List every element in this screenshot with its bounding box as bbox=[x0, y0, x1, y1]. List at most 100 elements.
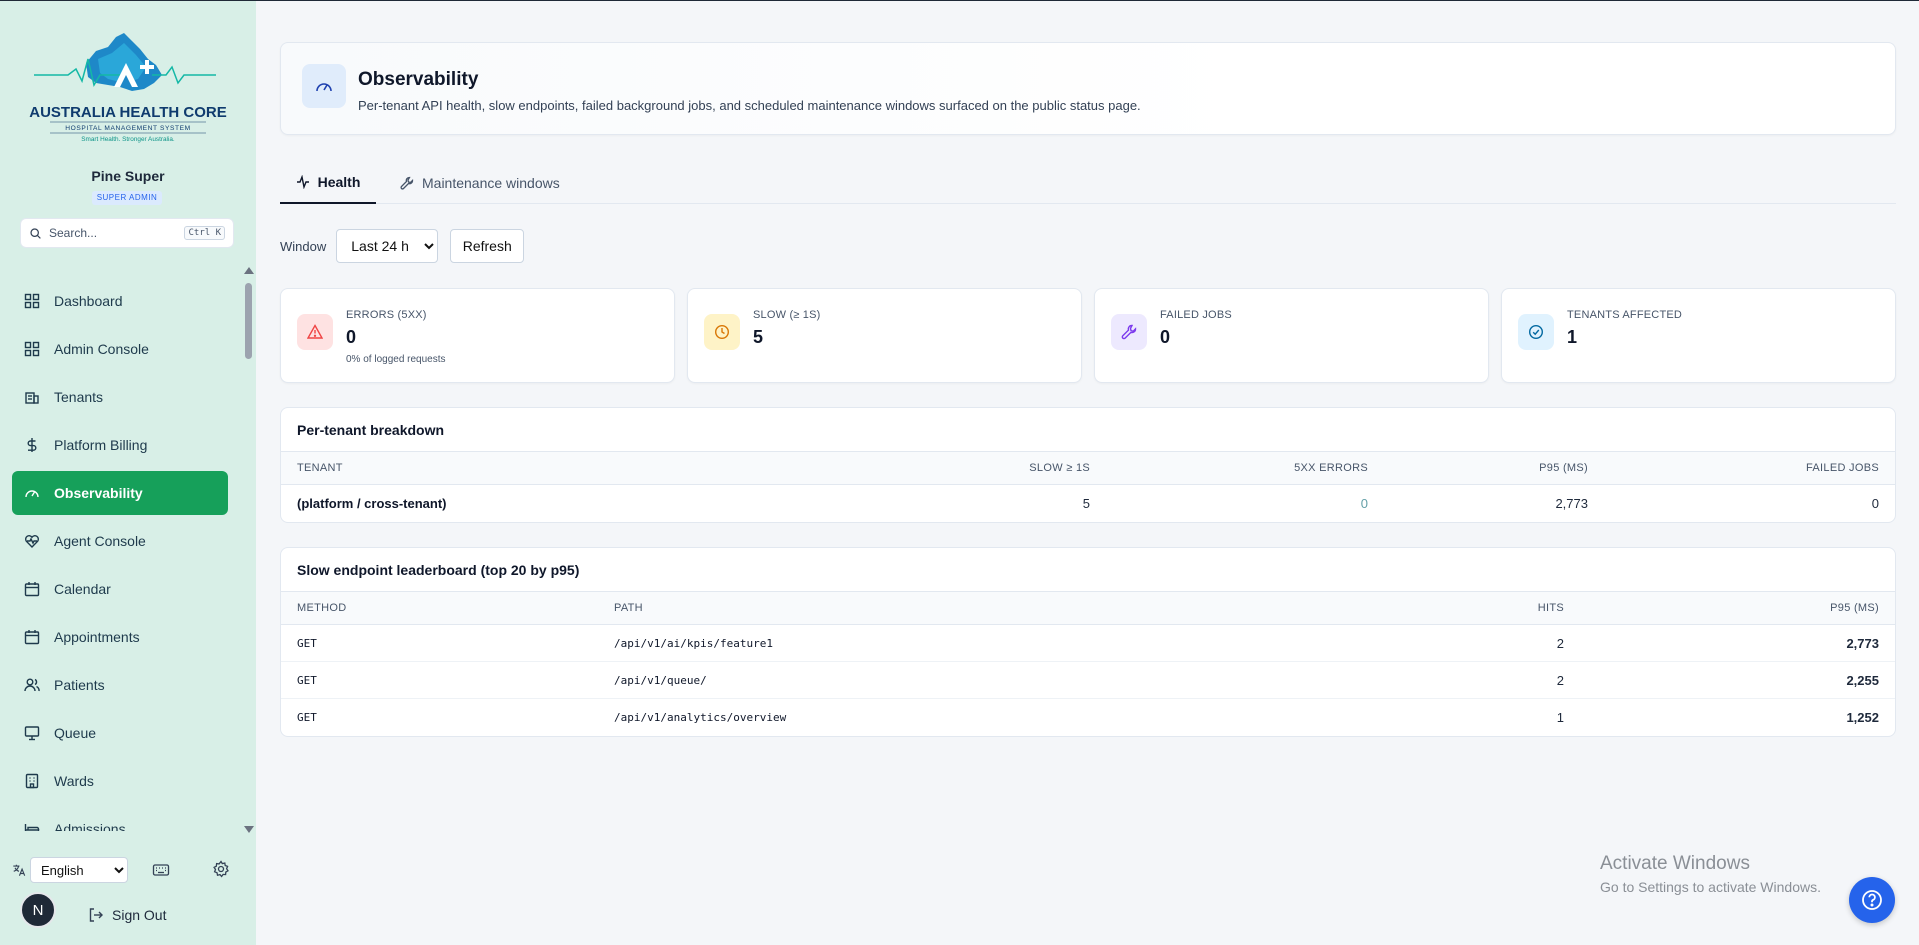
search-placeholder: Search... bbox=[49, 226, 98, 240]
table-row[interactable]: GET /api/v1/analytics/overview 1 1,252 bbox=[281, 699, 1895, 736]
activity-icon bbox=[296, 174, 309, 189]
sidebar-item-platform-billing[interactable]: Platform Billing bbox=[12, 423, 228, 467]
path-cell: /api/v1/ai/kpis/feature1 bbox=[614, 637, 773, 650]
method-cell: GET bbox=[297, 637, 317, 650]
stat-value: 1 bbox=[1567, 327, 1578, 347]
bed-icon bbox=[24, 824, 40, 831]
sidebar-nav: Dashboard Admin Console Tenants Platform… bbox=[12, 279, 228, 831]
table-row[interactable]: (platform / cross-tenant) 0 5 2,773 0 bbox=[281, 485, 1895, 522]
tab-label: Maintenance windows bbox=[422, 174, 560, 191]
column-header: FAILED JOBS bbox=[1806, 462, 1879, 474]
stat-card-errors: ERRORS (5XX) 0 0% of logged requests bbox=[280, 288, 675, 383]
sidebar-item-observability[interactable]: Observability bbox=[12, 471, 228, 515]
brand-name: AUSTRALIA HEALTH CORE bbox=[29, 104, 227, 121]
sidebar-item-label: Appointments bbox=[54, 629, 140, 645]
stat-label: SLOW (≥ 1S) bbox=[753, 309, 821, 321]
sidebar-item-dashboard[interactable]: Dashboard bbox=[12, 279, 228, 323]
stat-value: 0 bbox=[1160, 327, 1171, 347]
gauge-icon bbox=[316, 83, 332, 92]
scroll-thumb[interactable] bbox=[245, 283, 252, 359]
search-input[interactable]: Search... Ctrl K bbox=[20, 218, 234, 248]
window-select[interactable]: Last 24 h bbox=[336, 229, 439, 263]
page-header: Observability Per-tenant API health, slo… bbox=[280, 42, 1896, 135]
language-select[interactable]: English bbox=[30, 857, 128, 883]
help-button[interactable] bbox=[1849, 877, 1895, 923]
watermark-subtitle: Go to Settings to activate Windows. bbox=[1600, 879, 1821, 895]
scroll-down-arrow-icon[interactable] bbox=[244, 826, 254, 833]
p95-cell: 2,255 bbox=[1846, 673, 1879, 688]
sidebar-item-tenants[interactable]: Tenants bbox=[12, 375, 228, 419]
stat-label: FAILED JOBS bbox=[1160, 309, 1232, 321]
column-header: METHOD bbox=[297, 602, 347, 614]
scroll-up-arrow-icon[interactable] bbox=[244, 267, 254, 274]
brand-motto: Smart Health. Stronger Australia. bbox=[81, 136, 175, 143]
stat-icon-tile bbox=[704, 314, 740, 350]
column-header: 5XX ERRORS bbox=[1294, 462, 1368, 474]
calendar-check-icon bbox=[24, 630, 40, 645]
stat-label: TENANTS AFFECTED bbox=[1567, 309, 1683, 321]
stat-value: 0 bbox=[346, 327, 357, 347]
sidebar-item-admin-console[interactable]: Admin Console bbox=[12, 327, 228, 371]
gauge-icon bbox=[25, 490, 39, 498]
stat-icon-tile bbox=[297, 314, 333, 350]
column-header: P95 (MS) bbox=[1539, 462, 1588, 474]
watermark-title: Activate Windows bbox=[1600, 853, 1750, 874]
heart-pulse-icon bbox=[25, 535, 39, 548]
sign-out-icon bbox=[89, 908, 103, 922]
sidebar-item-label: Observability bbox=[54, 485, 143, 501]
errors-cell: 0 bbox=[1360, 496, 1368, 511]
slow-cell: 5 bbox=[1082, 496, 1090, 511]
sidebar-item-label: Platform Billing bbox=[54, 437, 148, 453]
sidebar-item-label: Admissions bbox=[54, 821, 126, 831]
path-cell: /api/v1/queue/ bbox=[614, 674, 707, 687]
column-header: PATH bbox=[614, 602, 643, 614]
table-header-row: METHOD PATH HITS P95 (MS) bbox=[281, 592, 1895, 625]
sidebar-item-patients[interactable]: Patients bbox=[12, 663, 228, 707]
window-label: Window bbox=[280, 238, 327, 254]
sidebar-item-wards[interactable]: Wards bbox=[12, 759, 228, 803]
search-icon bbox=[30, 227, 41, 239]
p95-cell: 2,773 bbox=[1846, 636, 1879, 651]
sidebar-item-queue[interactable]: Queue bbox=[12, 711, 228, 755]
dashboard-icon bbox=[24, 293, 40, 309]
sidebar: AUSTRALIA HEALTH CORE HOSPITAL MANAGEMEN… bbox=[0, 1, 256, 945]
sidebar-item-label: Dashboard bbox=[54, 293, 123, 309]
tab-bar: Health Maintenance windows bbox=[280, 161, 1896, 204]
sign-out-label: Sign Out bbox=[112, 907, 167, 923]
sidebar-item-label: Queue bbox=[54, 725, 97, 741]
column-header: HITS bbox=[1537, 602, 1564, 614]
column-header: SLOW ≥ 1S bbox=[1029, 462, 1090, 474]
page-title: Observability bbox=[358, 69, 479, 90]
stat-icon-tile bbox=[1518, 314, 1554, 350]
tenant-breakdown-table: Per-tenant breakdown TENANT 5XX ERRORS S… bbox=[280, 407, 1896, 523]
p95-cell: 1,252 bbox=[1846, 710, 1879, 725]
keyboard-icon[interactable] bbox=[152, 861, 170, 879]
sign-out-button[interactable]: Sign Out bbox=[88, 907, 166, 923]
sidebar-item-calendar[interactable]: Calendar bbox=[12, 567, 228, 611]
ward-icon bbox=[25, 773, 39, 789]
table-row[interactable]: GET /api/v1/ai/kpis/feature1 2 2,773 bbox=[281, 625, 1895, 662]
table-title: Per-tenant breakdown bbox=[281, 408, 1895, 452]
gear-icon[interactable] bbox=[212, 860, 230, 878]
refresh-button[interactable]: Refresh bbox=[450, 229, 525, 263]
table-row[interactable]: GET /api/v1/queue/ 2 2,255 bbox=[281, 662, 1895, 699]
sidebar-item-label: Agent Console bbox=[54, 533, 146, 549]
tab-health[interactable]: Health bbox=[280, 161, 376, 204]
sidebar-item-label: Admin Console bbox=[54, 341, 149, 357]
activate-windows-watermark: Activate Windows Go to Settings to activ… bbox=[1600, 853, 1821, 895]
table-title: Slow endpoint leaderboard (top 20 by p95… bbox=[281, 548, 1895, 592]
sidebar-item-label: Wards bbox=[54, 773, 94, 789]
sidebar-item-admissions[interactable]: Admissions bbox=[12, 807, 228, 831]
sidebar-item-appointments[interactable]: Appointments bbox=[12, 615, 228, 659]
help-circle-icon bbox=[1862, 890, 1882, 910]
tab-maintenance-windows[interactable]: Maintenance windows bbox=[400, 161, 560, 204]
building-icon bbox=[25, 392, 39, 404]
sidebar-item-agent-console[interactable]: Agent Console bbox=[12, 519, 228, 563]
header-icon-tile bbox=[302, 64, 346, 108]
stat-card-tenants-affected: TENANTS AFFECTED 1 bbox=[1501, 288, 1896, 383]
avatar[interactable]: N bbox=[20, 892, 56, 928]
australia-health-core-logo: AUSTRALIA HEALTH CORE HOSPITAL MANAGEMEN… bbox=[29, 33, 227, 143]
dollar-icon bbox=[27, 438, 37, 452]
sidebar-scrollbar[interactable] bbox=[242, 267, 254, 833]
wrench-icon bbox=[1121, 324, 1137, 340]
